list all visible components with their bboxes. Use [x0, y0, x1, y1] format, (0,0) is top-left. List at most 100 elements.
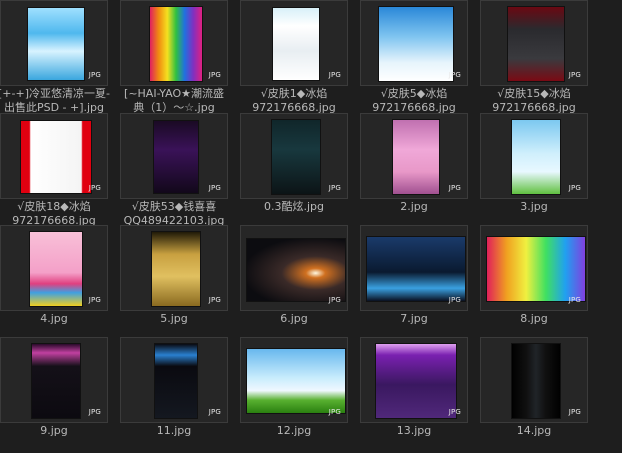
file-thumbnail-frame[interactable]: JPG — [240, 113, 348, 199]
file-name-line1: 11.jpg — [156, 424, 192, 437]
file-name-line1: √皮肤1◆冰焰 — [260, 87, 328, 100]
file-thumbnail-frame[interactable]: JPG — [240, 337, 348, 423]
file-type-badge: JPG — [88, 71, 101, 79]
image-thumbnail — [273, 8, 319, 80]
file-thumbnail-frame[interactable]: JPG — [120, 113, 228, 199]
file-item[interactable]: JPG 3.jpg — [478, 113, 590, 225]
image-thumbnail — [376, 344, 456, 418]
file-item[interactable]: JPG √皮肤15◆冰焰 972176668.jpg — [478, 0, 590, 114]
file-thumbnail-frame[interactable]: JPG — [120, 337, 228, 423]
image-thumbnail — [393, 120, 439, 194]
image-thumbnail — [155, 344, 197, 418]
image-thumbnail — [32, 344, 80, 418]
file-name-line1: 0.3酷炫.jpg — [263, 200, 324, 213]
file-item[interactable]: JPG 9.jpg — [0, 337, 110, 449]
file-name-label: 3.jpg — [478, 200, 590, 214]
file-name-label: [~HAI-YAO★潮流盛 典（1）～☆.jpg — [118, 87, 230, 115]
file-item[interactable]: JPG 14.jpg — [478, 337, 590, 449]
file-thumbnail-frame[interactable]: JPG — [480, 0, 588, 86]
file-thumbnail-frame[interactable]: JPG — [240, 225, 348, 311]
file-name-label: √皮肤53◆钱喜喜 QQ489422103.jpg — [118, 200, 230, 228]
image-thumbnail — [28, 8, 84, 80]
file-name-label: 5.jpg — [118, 312, 230, 326]
file-thumbnail-frame[interactable]: JPG — [360, 337, 468, 423]
image-thumbnail — [247, 239, 345, 301]
file-name-label: 2.jpg — [358, 200, 470, 214]
file-item[interactable]: JPG [+-+]冷亚悠清凉一夏- 出售此PSD - +].jpg — [0, 0, 110, 115]
image-thumbnail — [487, 237, 585, 301]
file-type-badge: JPG — [448, 184, 461, 192]
file-item[interactable]: JPG 11.jpg — [118, 337, 230, 449]
file-type-badge: JPG — [208, 408, 221, 416]
file-thumbnail-frame[interactable]: JPG — [120, 225, 228, 311]
file-name-line1: 13.jpg — [396, 424, 432, 437]
file-name-line1: [+-+]冷亚悠清凉一夏- — [0, 87, 110, 100]
file-name-line1: 9.jpg — [40, 424, 68, 437]
file-name-line1: 14.jpg — [516, 424, 552, 437]
image-thumbnail — [21, 121, 91, 193]
image-thumbnail — [152, 232, 200, 306]
file-type-badge: JPG — [208, 296, 221, 304]
file-name-label: √皮肤18◆冰焰 972176668.jpg — [0, 200, 110, 228]
file-thumbnail-frame[interactable]: JPG — [360, 113, 468, 199]
file-thumbnail-frame[interactable]: JPG — [0, 225, 108, 311]
file-thumbnail-frame[interactable]: JPG — [0, 0, 108, 86]
image-thumbnail — [512, 120, 560, 194]
file-thumbnail-frame[interactable]: JPG — [0, 337, 108, 423]
file-thumbnail-frame[interactable]: JPG — [360, 0, 468, 86]
file-item[interactable]: JPG √皮肤53◆钱喜喜 QQ489422103.jpg — [118, 113, 230, 228]
file-name-label: √皮肤5◆冰焰 972176668.jpg — [358, 87, 470, 115]
file-item[interactable]: JPG 6.jpg — [238, 225, 350, 337]
file-name-line1: √皮肤5◆冰焰 — [380, 87, 448, 100]
image-thumbnail — [247, 349, 345, 413]
file-item[interactable]: JPG 0.3酷炫.jpg — [238, 113, 350, 225]
file-item[interactable]: JPG 2.jpg — [358, 113, 470, 225]
file-item[interactable]: JPG √皮肤5◆冰焰 972176668.jpg — [358, 0, 470, 115]
file-type-badge: JPG — [88, 184, 101, 192]
file-type-badge: JPG — [328, 184, 341, 192]
file-item[interactable]: JPG 13.jpg — [358, 337, 470, 449]
file-name-line1: 2.jpg — [400, 200, 428, 213]
image-thumbnail — [272, 120, 320, 194]
image-thumbnail — [30, 232, 82, 306]
file-item[interactable]: JPG 8.jpg — [478, 225, 590, 337]
file-type-badge: JPG — [568, 296, 581, 304]
file-type-badge: JPG — [448, 408, 461, 416]
file-name-label: 12.jpg — [238, 424, 350, 438]
file-type-badge: JPG — [208, 71, 221, 79]
file-item[interactable]: JPG 12.jpg — [238, 337, 350, 449]
file-name-label: 4.jpg — [0, 312, 110, 326]
file-thumbnail-frame[interactable]: JPG — [120, 0, 228, 86]
file-name-line1: 8.jpg — [520, 312, 548, 325]
image-thumbnail — [367, 237, 465, 301]
file-item[interactable]: JPG √皮肤18◆冰焰 972176668.jpg — [0, 113, 110, 228]
file-type-badge: JPG — [88, 408, 101, 416]
file-name-line1: √皮肤53◆钱喜喜 — [131, 200, 217, 213]
file-name-label: 8.jpg — [478, 312, 590, 326]
image-thumbnail — [379, 7, 453, 81]
file-type-badge: JPG — [568, 184, 581, 192]
file-item[interactable]: JPG 7.jpg — [358, 225, 470, 337]
file-item[interactable]: JPG √皮肤1◆冰焰 972176668.jpg — [238, 0, 350, 114]
file-item[interactable]: JPG [~HAI-YAO★潮流盛 典（1）～☆.jpg — [118, 0, 230, 115]
file-name-label: 9.jpg — [0, 424, 110, 438]
image-thumbnail — [150, 7, 202, 81]
file-thumbnail-frame[interactable]: JPG — [0, 113, 108, 199]
file-name-label: [+-+]冷亚悠清凉一夏- 出售此PSD - +].jpg — [0, 87, 110, 115]
file-item[interactable]: JPG 4.jpg — [0, 225, 110, 337]
file-name-line1: [~HAI-YAO★潮流盛 — [124, 87, 224, 100]
file-name-line1: √皮肤15◆冰焰 — [497, 87, 571, 100]
file-name-label: 7.jpg — [358, 312, 470, 326]
image-thumbnail — [512, 344, 560, 418]
file-thumbnail-frame[interactable]: JPG — [240, 0, 348, 86]
file-thumbnail-frame[interactable]: JPG — [480, 225, 588, 311]
file-thumbnail-frame[interactable]: JPG — [360, 225, 468, 311]
file-name-line1: 7.jpg — [400, 312, 428, 325]
file-name-line1: √皮肤18◆冰焰 — [17, 200, 91, 213]
file-type-badge: JPG — [568, 408, 581, 416]
file-name-line1: 6.jpg — [280, 312, 308, 325]
file-type-badge: JPG — [448, 71, 461, 79]
file-thumbnail-frame[interactable]: JPG — [480, 337, 588, 423]
file-item[interactable]: JPG 5.jpg — [118, 225, 230, 337]
file-thumbnail-frame[interactable]: JPG — [480, 113, 588, 199]
